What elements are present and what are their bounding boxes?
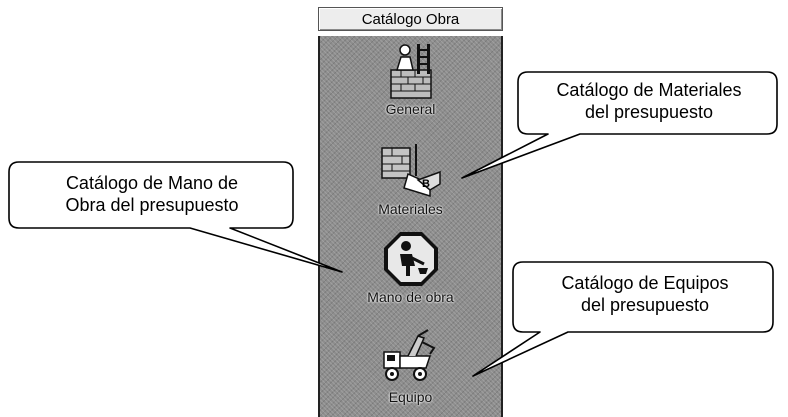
callout-equipos: Catálogo de Equipos del presupuesto [520,272,770,316]
callout-equipos-line2: del presupuesto [580,295,710,315]
callout-materiales-line2: del presupuesto [584,102,714,122]
callout-mano-obra-line2: Obra del presupuesto [65,195,239,215]
callout-materiales: Catálogo de Materiales del presupuesto [524,79,774,123]
callout-materiales-line1: Catálogo de Materiales [556,80,742,100]
callout-mano-obra: Catálogo de Mano de Obra del presupuesto [14,172,290,216]
callout-mano-obra-line1: Catálogo de Mano de [65,173,239,193]
callout-equipos-line1: Catálogo de Equipos [561,273,729,293]
